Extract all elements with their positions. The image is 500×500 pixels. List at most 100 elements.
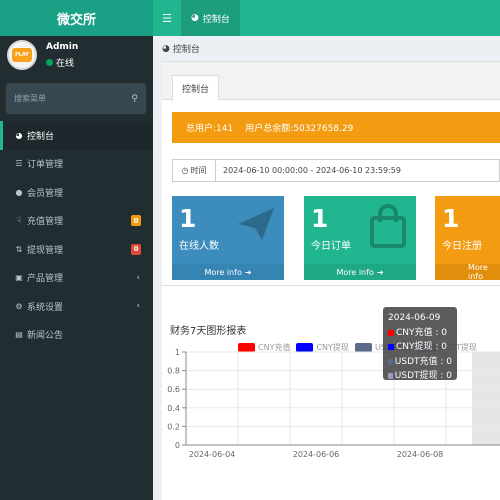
sidebar-item-products[interactable]: ▣ 产品管理 ‹: [0, 264, 153, 293]
sidebar: PLAY Admin 在线 ⚲ ◕ 控制台 ☰ 订单管理 ● 会员管理 ☟ 充值…: [0, 36, 153, 500]
breadcrumb-label: 控制台: [172, 45, 200, 55]
total-balance-text: 用户总余额:50327658.29: [245, 124, 354, 134]
arrow-circle-right-icon: ➜: [376, 267, 384, 277]
stat-value: 1: [179, 204, 197, 233]
tab-dashboard-label: 控制台: [202, 14, 230, 25]
sidebar-item-members[interactable]: ● 会员管理: [0, 178, 153, 207]
x-tick-label: 2024-06-06: [293, 450, 340, 459]
sidebar-item-label: 充值管理: [27, 217, 64, 228]
stat-box-registrations: 1 今日注册 More info: [435, 196, 500, 280]
panel-tab-dashboard[interactable]: 控制台: [172, 75, 219, 101]
sidebar-item-withdraw[interactable]: ⇅ 提现管理 0: [0, 235, 153, 264]
recharge-count-badge: 0: [131, 215, 141, 227]
user-name: Admin: [46, 42, 79, 52]
user-panel: PLAY Admin 在线: [0, 36, 153, 80]
more-info-link[interactable]: More info ➜: [304, 264, 416, 280]
users-icon: ●: [15, 187, 23, 197]
cogs-icon: ⚙: [15, 301, 23, 311]
tooltip-row: USDT提现 : 0: [388, 369, 452, 384]
tooltip-swatch: [388, 329, 394, 336]
time-filter: ◷ 时间 2024-06-10 00:00:00 - 2024-06-10 23…: [172, 159, 500, 182]
highlight-band: [472, 352, 500, 445]
avatar-text: PLAY: [12, 48, 32, 62]
dashboard-icon: ◕: [191, 13, 199, 23]
top-navbar: ☰ ◕ 控制台: [153, 0, 500, 36]
time-filter-label-text: 时间: [190, 166, 207, 175]
hamburger-menu-icon[interactable]: ☰: [153, 0, 181, 36]
x-tick-label: 2024-06-04: [189, 450, 236, 459]
sidebar-item-orders[interactable]: ☰ 订单管理: [0, 150, 153, 179]
sidebar-search-input[interactable]: [14, 94, 132, 103]
more-info-link[interactable]: More info ➜: [172, 264, 284, 280]
summary-alert: 总用户:141 用户总余额:50327658.29: [172, 112, 500, 143]
y-tick-label: 0: [175, 441, 180, 450]
tooltip-row-label: USDT充值 : 0: [394, 356, 452, 367]
sidebar-item-news[interactable]: ▤ 新闻公告: [0, 321, 153, 350]
y-tick-label: 0.4: [167, 404, 180, 413]
breadcrumb: ◕ 控制台: [162, 42, 200, 56]
sidebar-search: ⚲: [6, 83, 146, 114]
x-tick-label: 2024-06-08: [397, 450, 444, 459]
more-info-label: More info: [468, 263, 488, 280]
stat-value: 1: [442, 204, 460, 233]
tooltip-row-label: CNY充值 : 0: [396, 327, 447, 338]
chevron-left-icon: ‹: [136, 301, 140, 312]
app-logo[interactable]: 微交所: [0, 0, 153, 36]
user-status-label: 在线: [56, 59, 75, 69]
chart-tooltip: 2024-06-09 CNY充值 : 0 CNY提现 : 0 USDT充值 : …: [383, 307, 457, 381]
tab-dashboard[interactable]: ◕ 控制台: [181, 0, 240, 36]
user-status: 在线: [46, 56, 74, 69]
search-icon[interactable]: ⚲: [131, 94, 138, 104]
sidebar-item-label: 提现管理: [27, 245, 64, 256]
more-info-label: More info: [336, 267, 374, 277]
tooltip-swatch: [388, 373, 393, 380]
exchange-icon: ⇅: [15, 244, 23, 254]
y-tick-label: 0.2: [167, 422, 180, 431]
dashboard-icon: ◕: [162, 43, 170, 54]
news-icon: ▤: [15, 330, 23, 340]
stat-box-orders: 1 今日订单 More info ➜: [304, 196, 416, 280]
y-tick-label: 0.6: [167, 385, 180, 394]
chevron-left-icon: ‹: [136, 272, 140, 283]
stat-label: 在线人数: [179, 241, 219, 252]
stat-value: 1: [311, 204, 329, 233]
clock-icon: ◷: [181, 166, 189, 175]
stat-label: 今日订单: [311, 241, 351, 252]
sidebar-item-label: 控制台: [27, 131, 55, 142]
tooltip-row: CNY充值 : 0: [388, 326, 452, 341]
sidebar-item-dashboard[interactable]: ◕ 控制台: [0, 121, 153, 150]
y-tick-label: 1: [175, 348, 180, 357]
sidebar-item-label: 系统设置: [27, 302, 64, 313]
tooltip-row-label: USDT提现 : 0: [394, 371, 452, 381]
paper-plane-icon: [238, 208, 274, 240]
sidebar-item-label: 订单管理: [27, 160, 64, 171]
tooltip-row: USDT充值 : 0: [388, 355, 452, 370]
bag-icon: ▣: [15, 273, 23, 283]
arrow-circle-right-icon: ➜: [244, 267, 252, 277]
hand-icon: ☟: [16, 216, 22, 226]
stat-label: 今日注册: [442, 241, 482, 252]
tooltip-swatch: [388, 358, 393, 365]
shopping-bag-icon: [370, 204, 406, 248]
tooltip-row: CNY提现 : 0: [388, 340, 452, 355]
time-range-input[interactable]: 2024-06-10 00:00:00 - 2024-06-10 23:59:5…: [216, 166, 401, 175]
list-icon: ☰: [15, 159, 23, 169]
sidebar-item-settings[interactable]: ⚙ 系统设置 ‹: [0, 292, 153, 321]
online-dot-icon: [46, 59, 53, 66]
sidebar-item-label: 会员管理: [27, 188, 64, 199]
tooltip-date: 2024-06-09: [388, 313, 441, 323]
tooltip-swatch: [388, 344, 394, 351]
more-info-label: More info: [204, 267, 242, 277]
withdraw-count-badge: 0: [131, 243, 141, 255]
sidebar-item-label: 产品管理: [27, 274, 64, 285]
chart-title: 财务7天图形报表: [170, 326, 247, 337]
stat-box-online: 1 在线人数 More info ➜: [172, 196, 284, 280]
sidebar-item-recharge[interactable]: ☟ 充值管理 0: [0, 207, 153, 236]
total-users-text: 总用户:141: [186, 124, 234, 134]
sidebar-item-label: 新闻公告: [27, 331, 64, 342]
panel-tab-bar: 控制台: [162, 62, 500, 101]
time-filter-label: ◷ 时间: [173, 160, 216, 181]
tooltip-row-label: CNY提现 : 0: [396, 342, 447, 352]
dashboard-icon: ◕: [15, 130, 23, 140]
more-info-link[interactable]: More info: [435, 263, 500, 280]
